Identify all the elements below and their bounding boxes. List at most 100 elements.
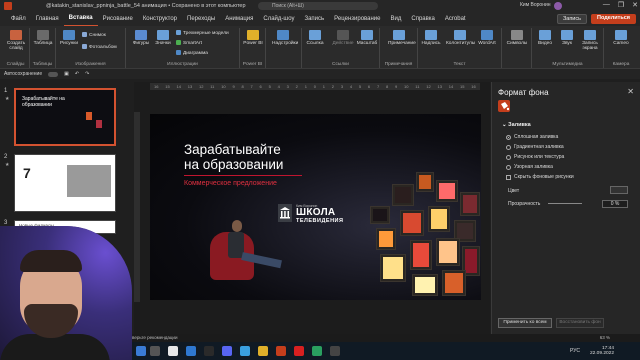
tv-set (460, 192, 480, 216)
language-indicator[interactable]: РУС (570, 348, 580, 354)
apply-to-all-button[interactable]: Применить ко всем (498, 318, 552, 328)
tab-review[interactable]: Рецензирование (329, 12, 385, 26)
notion-icon[interactable] (168, 346, 178, 356)
ruler-mark: 2 (295, 84, 298, 89)
share-button[interactable]: Поделиться (590, 14, 636, 24)
hide-background-checkbox[interactable]: Скрыть фоновые рисунки (506, 174, 574, 180)
zoom-level[interactable]: 63 % (600, 334, 610, 342)
redo-icon[interactable]: ↷ (85, 71, 89, 77)
3d-models-button[interactable]: Трехмерные модели (176, 30, 229, 36)
ruler-mark: 5 (358, 84, 362, 89)
obs-icon[interactable] (204, 346, 214, 356)
tab-view[interactable]: Вид (386, 12, 407, 26)
chart-button[interactable]: Диаграмма (176, 50, 208, 56)
animation-star-icon: ★ (5, 96, 10, 102)
tab-transitions[interactable]: Переходы (182, 12, 220, 26)
user-name[interactable]: Ким Воронин (520, 2, 551, 8)
minimize-button[interactable]: — (603, 1, 610, 9)
solid-fill-option[interactable]: Сплошная заливка (506, 134, 558, 140)
tv-set (370, 206, 390, 224)
start-icon[interactable] (136, 346, 146, 356)
search-input[interactable]: Поиск (Alt+Ш) (258, 2, 378, 10)
wordart-button[interactable]: WordArt (476, 30, 498, 46)
close-icon[interactable]: ✕ (627, 87, 634, 96)
save-icon[interactable]: ▣ (64, 71, 69, 77)
tab-record[interactable]: Запись (299, 12, 329, 26)
powerbi-button[interactable]: Power BI (242, 30, 264, 46)
maximize-button[interactable]: ❐ (618, 1, 624, 9)
table-button[interactable]: Таблица (32, 30, 54, 46)
undo-icon[interactable]: ↶ (75, 71, 79, 77)
telegram-icon[interactable] (240, 346, 250, 356)
smartart-icon (176, 40, 181, 45)
app-icon[interactable] (312, 346, 322, 356)
avatar[interactable] (554, 2, 562, 10)
addins-button[interactable]: Надстройки (272, 30, 298, 46)
tab-home[interactable]: Главная (31, 12, 64, 26)
slide-subtitle[interactable]: Коммерческое предложение (184, 180, 277, 187)
school-logo-icon (278, 204, 292, 222)
ruler-mark: 7 (376, 84, 380, 89)
link-button[interactable]: Ссылка (304, 30, 326, 46)
tab-animations[interactable]: Анимация (220, 12, 258, 26)
pattern-fill-option[interactable]: Узорная заливка (506, 164, 553, 170)
tab-insert[interactable]: Вставка (63, 11, 98, 27)
smartart-button[interactable]: SmartArt (176, 40, 202, 46)
quick-access-toolbar: Автосохранение ▣ ↶ ↷ (0, 69, 640, 79)
icons-button[interactable]: Значки (152, 30, 174, 46)
screenshot-button[interactable]: Снимок (82, 32, 106, 38)
thumbnail-slide-1[interactable]: Зарабатывайте на образовании (14, 88, 116, 146)
ruler-mark: 10 (221, 84, 226, 89)
slide-title[interactable]: Зарабатывайте на образовании (184, 142, 283, 172)
autosave-toggle[interactable] (48, 71, 59, 77)
autosave-label: Автосохранение (4, 71, 43, 77)
close-button[interactable]: ✕ (632, 1, 638, 9)
group-tables: Таблица Таблицы (30, 28, 56, 68)
color-picker[interactable] (610, 186, 628, 194)
current-slide[interactable]: Зарабатывайте на образовании Коммерческо… (150, 114, 481, 300)
pictures-button[interactable]: Рисунки (58, 30, 80, 46)
search-icon[interactable] (150, 346, 160, 356)
powerpoint-taskbar-icon[interactable] (276, 346, 286, 356)
group-symbols: Символы (502, 28, 532, 68)
ribbon: Создать слайд Слайды Таблица Таблицы Рис… (0, 26, 640, 69)
thumbnail-slide-2[interactable]: 7 (14, 154, 116, 212)
cameo-button[interactable]: Cameo (610, 30, 632, 46)
transparency-value[interactable]: 0 % (602, 200, 628, 208)
gradient-fill-option[interactable]: Градиентная заливка (506, 144, 564, 150)
acrobat-icon[interactable] (294, 346, 304, 356)
tab-design[interactable]: Конструктор (138, 12, 182, 26)
comment-button[interactable]: Примечание (388, 30, 416, 46)
tab-draw[interactable]: Рисование (98, 12, 138, 26)
textbox-button[interactable]: Надпись (420, 30, 442, 46)
fill-section-header[interactable]: ⌄ Заливка (502, 122, 531, 128)
thumb-number: 1 (4, 88, 8, 94)
ruler-mark: 4 (277, 84, 280, 89)
action-button[interactable]: Действие (332, 30, 354, 46)
edge-icon[interactable] (186, 346, 196, 356)
vertical-ruler (134, 112, 140, 302)
zoom-button[interactable]: Масштаб (356, 30, 378, 46)
tab-slideshow[interactable]: Слайд-шоу (258, 12, 299, 26)
photo-album-button[interactable]: Фотоальбом (82, 44, 117, 50)
symbols-button[interactable]: Символы (506, 30, 528, 46)
header-footer-button[interactable]: Колонтитулы (446, 30, 475, 46)
tab-acrobat[interactable]: Acrobat (440, 12, 471, 26)
fill-bucket-icon[interactable] (498, 100, 510, 112)
discord-icon[interactable] (222, 346, 232, 356)
tab-file[interactable]: Файл (6, 12, 31, 26)
audio-button[interactable]: Звук (556, 30, 578, 46)
video-button[interactable]: Видео (534, 30, 556, 46)
shapes-button[interactable]: Фигуры (130, 30, 152, 46)
explorer-icon[interactable] (258, 346, 268, 356)
new-slide-button[interactable]: Создать слайд (5, 30, 27, 51)
app-icon[interactable] (330, 346, 340, 356)
picture-fill-option[interactable]: Рисунок или текстура (506, 154, 564, 160)
reset-background-button[interactable]: Восстановить фон (556, 318, 604, 328)
tab-help[interactable]: Справка (406, 12, 440, 26)
transparency-slider[interactable] (548, 203, 582, 204)
system-clock[interactable]: 17:44 22.09.2022 (590, 346, 614, 356)
record-button[interactable]: Запись (556, 14, 587, 24)
screen-recording-button[interactable]: Запись экрана (578, 30, 602, 51)
group-text: Надпись Колонтитулы WordArt Текст (418, 28, 502, 68)
